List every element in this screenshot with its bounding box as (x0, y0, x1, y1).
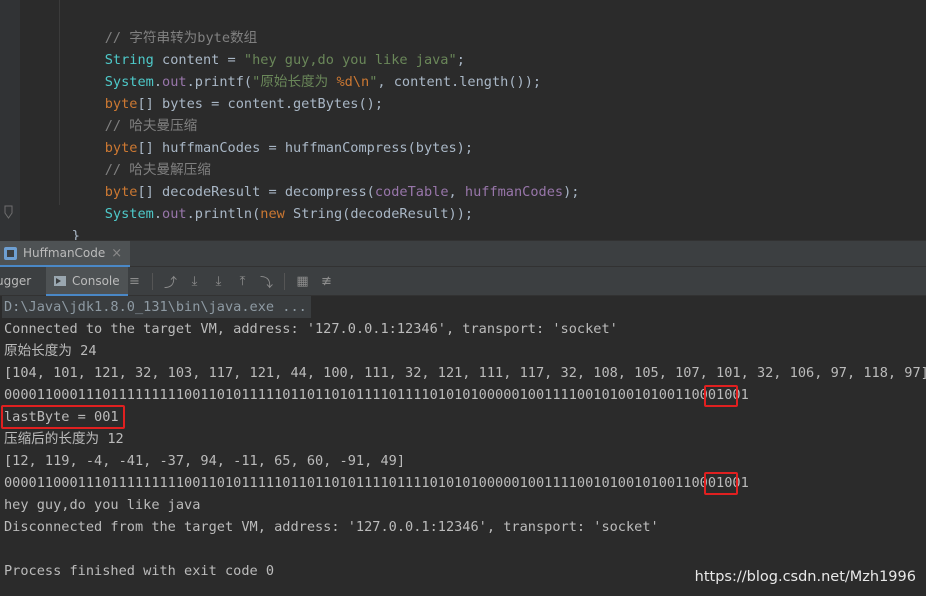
code-line-printf[interactable]: System.out.printf("原始长度为 %d\n", content.… (72, 49, 541, 90)
show-execution-point-icon[interactable]: ≡ (126, 273, 143, 290)
editor-gutter (0, 0, 20, 240)
run-config-icon (4, 246, 17, 260)
step-into-icon[interactable]: ⤓ (186, 273, 203, 290)
console-line[interactable]: D:\Java\jdk1.8.0_131\bin\java.exe ... (2, 296, 311, 318)
tab-console-label: Console (72, 273, 120, 288)
console-line: [12, 119, -4, -41, -37, 94, -11, 65, 60,… (4, 453, 406, 469)
console-line: Disconnected from the target VM, address… (4, 519, 659, 535)
tab-debugger-label: ugger (0, 274, 32, 288)
debug-sub-toolbar: ugger Console ≡ ⤴ ⤓ ⤓ ⤒ ⤵ ▦ ≢ (0, 267, 926, 296)
code-token: String(decodeResult)); (284, 206, 474, 222)
code-comment-line[interactable]: // 字符串转为byte数组 (72, 5, 257, 46)
field-token: out (162, 206, 187, 222)
code-line-bytes[interactable]: byte[] bytes = content.getBytes(); (72, 71, 383, 112)
run-tab-label: HuffmanCode (23, 246, 106, 260)
keyword-token: new (260, 206, 285, 222)
console-line: 0000110001110111111111001101011111011011… (4, 387, 749, 403)
console-output[interactable]: D:\Java\jdk1.8.0_131\bin\java.exe ... Co… (0, 296, 926, 596)
run-tab-huffmancode[interactable]: HuffmanCode × (0, 241, 131, 267)
console-line: Process finished with exit code 0 (4, 563, 275, 579)
code-comment-line[interactable]: // 哈夫曼压缩 (72, 93, 198, 134)
field-token: huffmanCodes (464, 184, 564, 200)
run-tool-window-header: HuffmanCode × (0, 240, 926, 267)
fold-marker-icon[interactable] (4, 205, 13, 219)
code-token: . (153, 206, 163, 222)
debug-toolbar: ≡ ⤴ ⤓ ⤓ ⤒ ⤵ ▦ ≢ (126, 267, 335, 296)
code-line-compress[interactable]: byte[] huffmanCodes = huffmanCompress(by… (72, 115, 473, 156)
console-line: Connected to the target VM, address: '12… (4, 321, 618, 337)
console-icon (54, 275, 66, 286)
code-line-println[interactable]: System.out.println(new String(decodeResu… (72, 181, 473, 222)
toolbar-divider (284, 273, 285, 290)
code-comment-line[interactable]: // 哈夫曼解压缩 (72, 137, 211, 178)
code-editor[interactable]: // 字符串转为byte数组 String content = "hey guy… (0, 0, 926, 244)
run-to-cursor-icon[interactable]: ⤵ (258, 273, 275, 291)
code-token: ); (563, 184, 580, 200)
type-token: System (104, 206, 154, 222)
watermark: https://blog.csdn.net/Mzh1996 (694, 569, 916, 585)
tab-debugger[interactable]: ugger (0, 267, 31, 296)
code-line-content[interactable]: String content = "hey guy,do you like ja… (72, 27, 465, 68)
console-line: 0000110001110111111111001101011111011011… (4, 475, 749, 491)
force-step-into-icon[interactable]: ⤓ (210, 273, 227, 290)
highlight-box-bits-tail (704, 385, 738, 407)
console-line: 原始长度为 24 (4, 343, 97, 359)
step-over-icon[interactable]: ⤴ (162, 273, 179, 291)
toolbar-divider (152, 273, 153, 290)
tab-console[interactable]: Console (46, 267, 128, 296)
highlight-box-lastbyte (1, 405, 125, 429)
close-icon[interactable]: × (111, 246, 122, 261)
console-line: [104, 101, 121, 32, 103, 117, 121, 44, 1… (4, 365, 926, 381)
evaluate-expression-icon[interactable]: ▦ (294, 273, 311, 290)
highlight-box-decoded-tail (704, 472, 738, 495)
code-line-closing-brace[interactable]: } (39, 203, 80, 244)
trace-stream-icon[interactable]: ≢ (318, 273, 335, 290)
code-line-decompress[interactable]: byte[] decodeResult = decompress(codeTab… (72, 159, 580, 200)
console-line: 压缩后的长度为 12 (4, 431, 124, 447)
step-out-icon[interactable]: ⤒ (234, 273, 251, 290)
console-line: hey guy,do you like java (4, 497, 201, 513)
indent-guide (59, 0, 60, 205)
code-token: .println( (186, 206, 261, 222)
code-token: , content.length()); (377, 74, 542, 90)
